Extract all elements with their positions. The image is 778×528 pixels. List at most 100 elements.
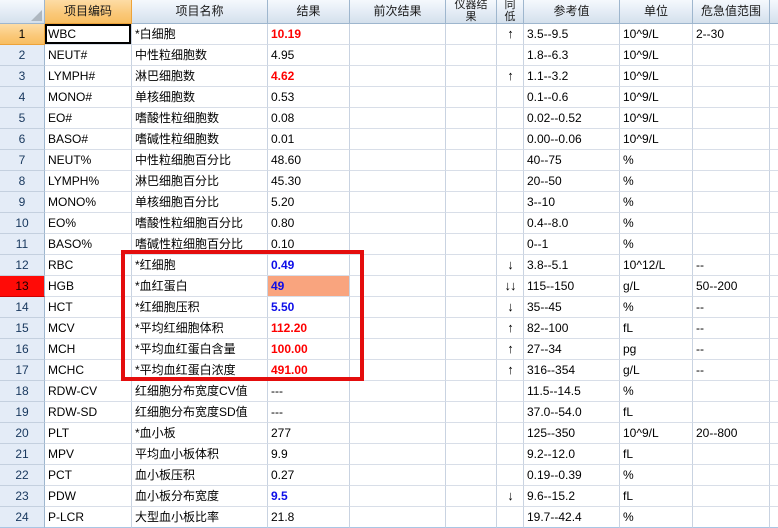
cell-unit[interactable]: pg — [620, 339, 693, 360]
cell-result[interactable]: 0.80 — [268, 213, 350, 234]
column-header-instrument-result[interactable]: 仪器结果 — [446, 0, 497, 24]
cell-result[interactable]: 9.9 — [268, 444, 350, 465]
cell-critical-range[interactable] — [693, 444, 770, 465]
cell-instrument-result[interactable] — [446, 423, 497, 444]
cell-critical-range[interactable] — [693, 66, 770, 87]
cell-item-name[interactable]: *白细胞 — [132, 24, 268, 45]
cell-item-name[interactable]: 红细胞分布宽度SD值 — [132, 402, 268, 423]
cell-flag-arrow[interactable] — [497, 150, 524, 171]
row-number[interactable]: 17 — [0, 360, 45, 381]
cell-reference-range[interactable]: 19.7--42.4 — [524, 507, 620, 528]
cell-flag-arrow[interactable]: ↓ — [497, 297, 524, 318]
row-number[interactable]: 8 — [0, 171, 45, 192]
cell-previous-result[interactable] — [350, 129, 446, 150]
cell-reference-range[interactable]: 0--1 — [524, 234, 620, 255]
cell-reference-range[interactable]: 3.5--9.5 — [524, 24, 620, 45]
cell-instrument-result[interactable] — [446, 213, 497, 234]
cell-item-name[interactable]: 大型血小板比率 — [132, 507, 268, 528]
cell-critical-range[interactable] — [693, 465, 770, 486]
cell-unit[interactable]: % — [620, 150, 693, 171]
cell-result[interactable]: 0.49 — [268, 255, 350, 276]
cell-item-code[interactable]: PCT — [45, 465, 132, 486]
cell-unit[interactable]: 10^9/L — [620, 129, 693, 150]
cell-instrument-result[interactable] — [446, 255, 497, 276]
cell-flag-arrow[interactable]: ↑ — [497, 318, 524, 339]
cell-flag-arrow[interactable]: ↑ — [497, 66, 524, 87]
cell-instrument-result[interactable] — [446, 24, 497, 45]
cell-reference-range[interactable]: 0.00--0.06 — [524, 129, 620, 150]
cell-previous-result[interactable] — [350, 444, 446, 465]
cell-instrument-result[interactable] — [446, 381, 497, 402]
cell-item-code[interactable]: RDW-SD — [45, 402, 132, 423]
cell-item-code[interactable]: NEUT% — [45, 150, 132, 171]
cell-critical-range[interactable] — [693, 213, 770, 234]
cell-previous-result[interactable] — [350, 276, 446, 297]
cell-item-code[interactable]: P-LCR — [45, 507, 132, 528]
cell-flag-arrow[interactable] — [497, 87, 524, 108]
cell-instrument-result[interactable] — [446, 444, 497, 465]
cell-critical-range[interactable] — [693, 192, 770, 213]
cell-reference-range[interactable]: 9.6--15.2 — [524, 486, 620, 507]
row-number[interactable]: 15 — [0, 318, 45, 339]
cell-result[interactable]: 0.10 — [268, 234, 350, 255]
row-number[interactable]: 3 — [0, 66, 45, 87]
cell-unit[interactable]: g/L — [620, 360, 693, 381]
row-number[interactable]: 11 — [0, 234, 45, 255]
cell-item-code[interactable]: MONO% — [45, 192, 132, 213]
cell-previous-result[interactable] — [350, 423, 446, 444]
cell-item-name[interactable]: *血红蛋白 — [132, 276, 268, 297]
cell-result[interactable]: 5.20 — [268, 192, 350, 213]
column-header-result[interactable]: 结果 — [268, 0, 350, 24]
cell-critical-range[interactable]: -- — [693, 360, 770, 381]
cell-unit[interactable]: % — [620, 171, 693, 192]
cell-item-code[interactable]: PLT — [45, 423, 132, 444]
cell-unit[interactable]: 10^9/L — [620, 87, 693, 108]
cell-reference-range[interactable]: 1.8--6.3 — [524, 45, 620, 66]
cell-unit[interactable]: 10^9/L — [620, 108, 693, 129]
cell-reference-range[interactable]: 27--34 — [524, 339, 620, 360]
row-number[interactable]: 24 — [0, 507, 45, 528]
cell-item-code[interactable]: EO# — [45, 108, 132, 129]
cell-reference-range[interactable]: 40--75 — [524, 150, 620, 171]
cell-previous-result[interactable] — [350, 402, 446, 423]
cell-reference-range[interactable]: 0.02--0.52 — [524, 108, 620, 129]
row-number[interactable]: 13 — [0, 276, 45, 297]
cell-item-code[interactable]: MONO# — [45, 87, 132, 108]
cell-item-name[interactable]: 中性粒细胞数 — [132, 45, 268, 66]
cell-item-code[interactable]: MCH — [45, 339, 132, 360]
cell-previous-result[interactable] — [350, 66, 446, 87]
cell-item-name[interactable]: 单核细胞数 — [132, 87, 268, 108]
cell-flag-arrow[interactable]: ↓↓ — [497, 276, 524, 297]
cell-item-code[interactable]: WBC — [45, 24, 132, 45]
cell-unit[interactable]: g/L — [620, 276, 693, 297]
cell-item-name[interactable]: 淋巴细胞百分比 — [132, 171, 268, 192]
cell-critical-range[interactable]: 2--30 — [693, 24, 770, 45]
cell-previous-result[interactable] — [350, 192, 446, 213]
cell-critical-range[interactable] — [693, 234, 770, 255]
cell-reference-range[interactable]: 35--45 — [524, 297, 620, 318]
cell-flag-arrow[interactable]: ↓ — [497, 486, 524, 507]
row-number[interactable]: 16 — [0, 339, 45, 360]
cell-instrument-result[interactable] — [446, 45, 497, 66]
cell-result[interactable]: 100.00 — [268, 339, 350, 360]
cell-result[interactable]: 9.5 — [268, 486, 350, 507]
cell-reference-range[interactable]: 125--350 — [524, 423, 620, 444]
cell-result[interactable]: 0.53 — [268, 87, 350, 108]
cell-unit[interactable]: % — [620, 507, 693, 528]
cell-item-name[interactable]: *血小板 — [132, 423, 268, 444]
cell-flag-arrow[interactable] — [497, 192, 524, 213]
cell-previous-result[interactable] — [350, 381, 446, 402]
cell-critical-range[interactable]: 50--200 — [693, 276, 770, 297]
cell-unit[interactable]: % — [620, 465, 693, 486]
cell-result[interactable]: 0.27 — [268, 465, 350, 486]
cell-unit[interactable]: % — [620, 234, 693, 255]
row-number[interactable]: 20 — [0, 423, 45, 444]
cell-item-code[interactable]: PDW — [45, 486, 132, 507]
column-header-item-name[interactable]: 项目名称 — [132, 0, 268, 24]
cell-instrument-result[interactable] — [446, 150, 497, 171]
cell-unit[interactable]: % — [620, 297, 693, 318]
cell-result[interactable]: 45.30 — [268, 171, 350, 192]
cell-unit[interactable]: % — [620, 192, 693, 213]
cell-unit[interactable]: fL — [620, 318, 693, 339]
cell-instrument-result[interactable] — [446, 507, 497, 528]
